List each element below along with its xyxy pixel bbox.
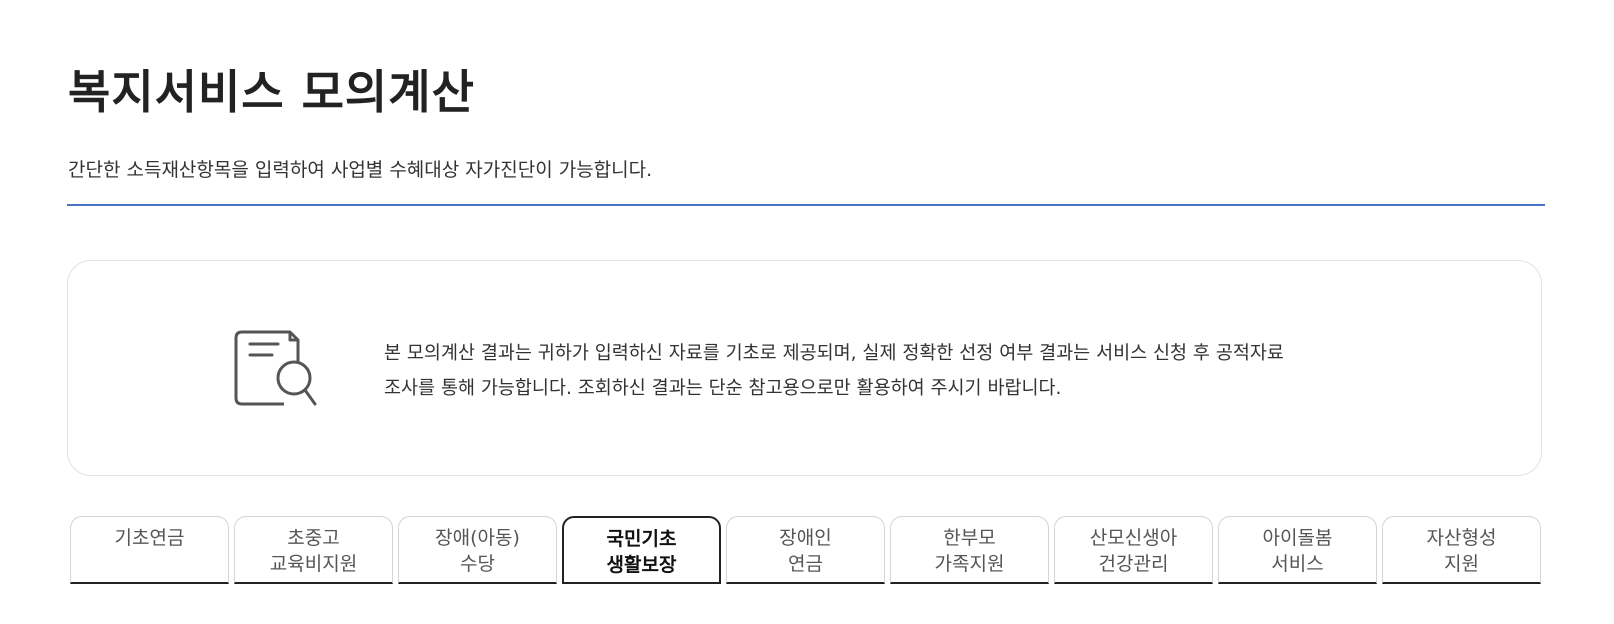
tab-disability-pension[interactable]: 장애인 연금 [726,516,885,584]
tab-label-line-1: 국민기초 [606,528,677,550]
tab-label-line-2: 가족지원 [934,553,1005,575]
notice-text: 본 모의계산 결과는 귀하가 입력하신 자료를 기초로 제공되며, 실제 정확한… [384,336,1384,406]
tab-label-line-2: 생활보장 [606,554,677,576]
page-title: 복지서비스 모의계산 [68,65,475,119]
tab-label-line-2: 수당 [460,553,495,575]
tab-asset-building-support[interactable]: 자산형성 지원 [1382,516,1541,584]
tab-label-line-2: 연금 [788,553,823,575]
tab-disability-child-allowance[interactable]: 장애(아동) 수당 [398,516,557,584]
tab-label-line-2: 건강관리 [1098,553,1169,575]
tab-basic-pension[interactable]: 기초연금 [70,516,229,584]
tab-label-line-1: 자산형성 [1426,527,1497,549]
tab-label-line-1: 한부모 [943,527,996,549]
tab-label-line-2: 지원 [1444,553,1479,575]
document-search-icon [234,330,317,406]
tab-label-line-1: 장애인 [779,527,832,549]
title-divider [67,204,1545,206]
tab-label-line-1: 아이돌봄 [1262,527,1333,549]
tab-label-line-1: 장애(아동) [435,527,520,549]
tab-label-line-1: 기초연금 [114,527,185,549]
tab-single-parent-family-support[interactable]: 한부모 가족지원 [890,516,1049,584]
tab-basic-livelihood-security[interactable]: 국민기초 생활보장 [562,516,721,584]
notice-text-line-2: 조사를 통해 가능합니다. 조회하신 결과는 단순 참고용으로만 활용하여 주시… [384,378,1062,399]
tab-label-line-2: 교육비지원 [269,553,358,575]
notice-text-line-1: 본 모의계산 결과는 귀하가 입력하신 자료를 기초로 제공되며, 실제 정확한… [384,343,1284,364]
page-description: 간단한 소득재산항목을 입력하여 사업별 수혜대상 자가진단이 가능합니다. [68,159,653,181]
tab-label-line-2: 서비스 [1271,553,1324,575]
tab-label-line-1: 산모신생아 [1089,527,1178,549]
tab-school-education-support[interactable]: 초중고 교육비지원 [234,516,393,584]
tab-maternal-newborn-care[interactable]: 산모신생아 건강관리 [1054,516,1213,584]
tab-label-line-1: 초중고 [287,527,340,549]
page: 복지서비스 모의계산 간단한 소득재산항목을 입력하여 사업별 수혜대상 자가진… [0,0,1614,624]
service-tab-list: 기초연금 초중고 교육비지원 장애(아동) 수당 국민기초 생활보장 장애인 연… [70,516,1541,586]
tab-child-care-service[interactable]: 아이돌봄 서비스 [1218,516,1377,584]
